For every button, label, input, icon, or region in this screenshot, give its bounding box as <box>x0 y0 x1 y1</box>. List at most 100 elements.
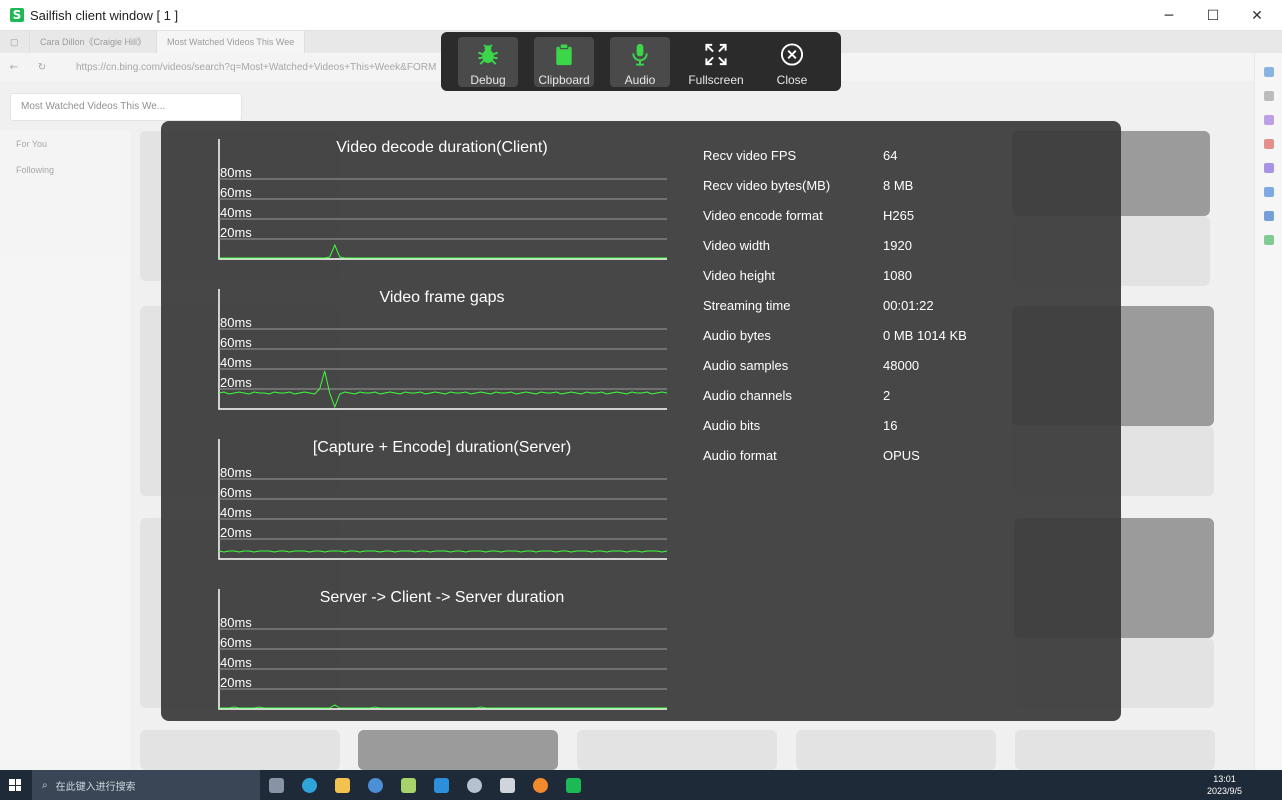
series-line <box>219 704 667 709</box>
stat-value: 0 MB 1014 KB <box>883 328 967 343</box>
windows-logo-icon <box>9 779 21 791</box>
y-tick-label: 80ms <box>220 465 252 480</box>
minimize-button[interactable]: ─ <box>1146 0 1192 31</box>
series-line <box>218 550 667 553</box>
frame-gaps-chart: Video frame gaps 80ms 60ms 40ms 20ms <box>217 289 667 410</box>
debug-label: Debug <box>470 72 506 87</box>
capture-encode-chart: [Capture + Encode] duration(Server) 80ms… <box>217 439 667 560</box>
y-tick-label: 20ms <box>220 375 252 390</box>
round-trip-plot <box>218 589 667 710</box>
stat-value: H265 <box>883 208 915 223</box>
stat-value: 16 <box>883 418 898 433</box>
stat-label: Streaming time <box>703 298 791 313</box>
edge-icon[interactable] <box>293 770 326 800</box>
clipboard-icon <box>556 42 572 65</box>
y-tick-label: 60ms <box>220 185 252 200</box>
stat-label: Recv video bytes(MB) <box>703 178 831 193</box>
microphone-icon <box>632 43 648 66</box>
audio-button[interactable]: Audio <box>610 36 670 87</box>
window-title: Sailfish client window [ 1 ] <box>30 7 179 23</box>
bug-icon <box>478 43 498 65</box>
debug-button[interactable]: Debug <box>458 36 518 87</box>
stat-row: Audio samples 48000 <box>703 358 1083 378</box>
search-icon: ⌕ <box>42 779 48 791</box>
stat-row: Audio bits 16 <box>703 418 1083 438</box>
close-window-button[interactable]: ✕ <box>1234 0 1280 31</box>
y-tick-label: 20ms <box>220 225 252 240</box>
series-line <box>219 243 667 259</box>
clipboard-button[interactable]: Clipboard <box>534 36 594 87</box>
stat-label: Audio channels <box>703 388 792 403</box>
client-toolbar: Debug Clipboard Audio Fullscreen Close <box>441 32 841 91</box>
y-tick-label: 40ms <box>220 505 252 520</box>
y-tick-label: 60ms <box>220 485 252 500</box>
round-trip-chart: Server -> Client -> Server duration 80ms… <box>217 589 667 710</box>
file-explorer-icon[interactable] <box>326 770 359 800</box>
y-tick-label: 60ms <box>220 635 252 650</box>
stat-label: Recv video FPS <box>703 148 797 163</box>
close-button[interactable]: Close <box>762 37 822 87</box>
sailfish-taskbar-icon[interactable] <box>557 770 590 800</box>
audio-label: Audio <box>624 72 656 87</box>
task-view-icon[interactable] <box>260 770 293 800</box>
stat-row: Recv video FPS 64 <box>703 148 1083 168</box>
maximize-button[interactable]: ☐ <box>1190 0 1236 31</box>
system-clock[interactable]: 13:01 2023/9/5 <box>1207 773 1242 797</box>
fullscreen-button[interactable]: Fullscreen <box>686 37 746 87</box>
vscode-icon[interactable] <box>425 770 458 800</box>
stat-label: Audio samples <box>703 358 789 373</box>
stat-row: Audio format OPUS <box>703 448 1083 468</box>
y-tick-label: 20ms <box>220 675 252 690</box>
debug-stats-overlay: Video decode duration(Client) 80ms 60ms … <box>161 121 1121 721</box>
taskbar-search[interactable]: ⌕ 在此键入进行搜索 <box>32 770 260 800</box>
stat-value: 1080 <box>883 268 912 283</box>
search-tool-icon[interactable] <box>524 770 557 800</box>
capture-encode-plot <box>218 439 667 560</box>
stat-label: Video encode format <box>703 208 823 223</box>
stat-label: Audio format <box>703 448 777 463</box>
stat-value: 48000 <box>883 358 920 373</box>
sailfish-logo-icon: S <box>10 8 24 22</box>
stat-row: Video height 1080 <box>703 268 1083 288</box>
stat-value: 64 <box>883 148 898 163</box>
y-tick-label: 80ms <box>220 165 252 180</box>
y-tick-label: 80ms <box>220 615 252 630</box>
clipboard-label: Clipboard <box>538 72 590 87</box>
stat-row: Audio bytes 0 MB 1014 KB <box>703 328 1083 348</box>
windows-taskbar: ⌕ 在此键入进行搜索 13:01 2023/9/5 <box>0 770 1282 800</box>
stat-value: OPUS <box>883 448 920 463</box>
fullscreen-label: Fullscreen <box>688 72 744 87</box>
clock-time: 13:01 <box>1213 774 1236 784</box>
stat-label: Audio bits <box>703 418 761 433</box>
y-tick-label: 40ms <box>220 355 252 370</box>
close-circle-icon <box>780 42 804 66</box>
clock-date: 2023/9/5 <box>1206 786 1242 796</box>
app-icon[interactable] <box>359 770 392 800</box>
stat-value: 00:01:22 <box>883 298 934 313</box>
stat-row: Video width 1920 <box>703 238 1083 258</box>
stat-value: 2 <box>883 388 891 403</box>
y-tick-label: 80ms <box>220 315 252 330</box>
start-button[interactable] <box>0 770 30 800</box>
stat-value: 1920 <box>883 238 912 253</box>
notepad-icon[interactable] <box>392 770 425 800</box>
stat-value: 8 MB <box>883 178 914 193</box>
fullscreen-icon <box>705 43 727 65</box>
taskbar-search-placeholder: 在此键入进行搜索 <box>55 781 136 793</box>
stat-row: Recv video bytes(MB) 8 MB <box>703 178 1083 198</box>
decode-duration-chart: Video decode duration(Client) 80ms 60ms … <box>217 139 667 260</box>
stat-label: Audio bytes <box>703 328 771 343</box>
settings-icon[interactable] <box>458 770 491 800</box>
stat-row: Video encode format H265 <box>703 208 1083 228</box>
decode-duration-plot <box>218 139 667 260</box>
stat-label: Video width <box>703 238 770 253</box>
stat-row: Streaming time 00:01:22 <box>703 298 1083 318</box>
close-label: Close <box>776 72 808 87</box>
stat-label: Video height <box>703 268 776 283</box>
app-icon[interactable] <box>491 770 524 800</box>
window-titlebar: S Sailfish client window [ 1 ] ─ ☐ ✕ <box>0 0 1282 31</box>
y-tick-label: 60ms <box>220 335 252 350</box>
y-tick-label: 40ms <box>220 655 252 670</box>
y-tick-label: 20ms <box>220 525 252 540</box>
y-tick-label: 40ms <box>220 205 252 220</box>
